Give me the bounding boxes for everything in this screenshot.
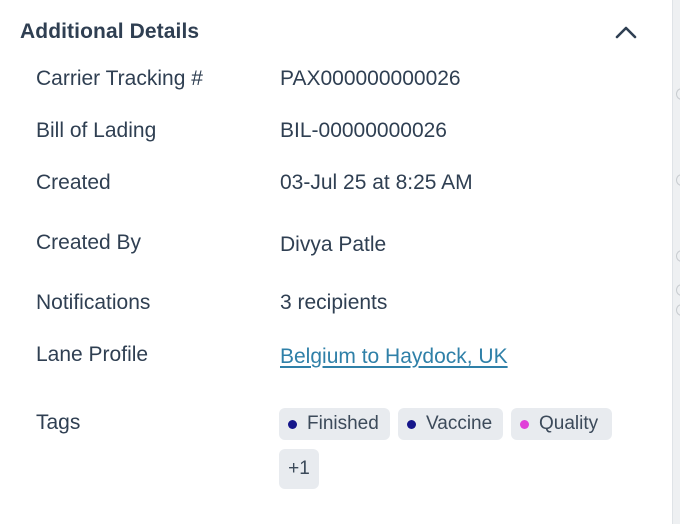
additional-details-panel: Additional Details Carrier Tracking # PA… — [0, 0, 672, 524]
tag-chip[interactable]: Quality — [511, 408, 612, 440]
map-edge-mark — [676, 88, 680, 100]
detail-label: Created — [36, 171, 111, 194]
detail-label: Lane Profile — [36, 343, 149, 366]
tag-dot — [288, 419, 297, 429]
detail-label: Carrier Tracking # — [36, 67, 203, 90]
detail-value: Divya Patle — [280, 233, 387, 256]
detail-label: Tags — [36, 411, 81, 434]
chevron-up-icon[interactable] — [612, 18, 640, 46]
section-title: Additional Details — [20, 20, 200, 43]
tags-more-button[interactable]: +1 — [279, 449, 319, 489]
detail-label: Notifications — [36, 291, 151, 314]
detail-value: BIL-00000000026 — [280, 119, 447, 142]
map-edge-mark — [676, 250, 680, 262]
detail-label: Created By — [36, 231, 142, 254]
map-edge-mark — [676, 284, 680, 296]
map-edge-mark — [676, 174, 680, 186]
detail-value: 3 recipients — [280, 291, 388, 314]
lane-profile-link[interactable]: Belgium to Haydock, UK — [280, 345, 508, 369]
tag-label: Quality — [539, 413, 599, 434]
tag-chip[interactable]: Vaccine — [398, 408, 503, 440]
detail-value: 03-Jul 25 at 8:25 AM — [280, 171, 473, 194]
section-header[interactable]: Additional Details — [20, 14, 640, 50]
tag-dot — [407, 419, 416, 429]
detail-value: PAX000000000026 — [280, 67, 461, 90]
scrollbar-track[interactable] — [672, 0, 680, 524]
detail-label: Bill of Lading — [36, 119, 157, 142]
tag-label: Vaccine — [426, 413, 493, 434]
map-edge-mark — [676, 304, 680, 316]
tag-label: Finished — [307, 413, 379, 434]
tag-chip[interactable]: Finished — [279, 408, 390, 440]
tag-dot — [520, 419, 529, 429]
